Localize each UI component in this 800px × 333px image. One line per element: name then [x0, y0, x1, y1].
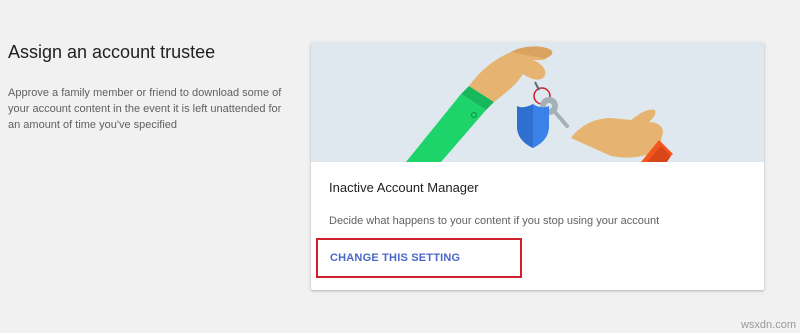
hand-with-key-icon	[406, 46, 569, 162]
section-description: Approve a family member or friend to dow…	[8, 87, 282, 131]
change-setting-label: CHANGE THIS SETTING	[330, 252, 461, 264]
section-title: Assign an account trustee	[8, 42, 216, 62]
watermark: wsxdn.com	[740, 319, 796, 331]
section-info: Assign an account trustee Approve a fami…	[8, 42, 288, 133]
shield-icon	[517, 104, 549, 148]
change-setting-button[interactable]: CHANGE THIS SETTING	[316, 238, 522, 278]
card-title: Inactive Account Manager	[329, 180, 479, 195]
receiving-hand-icon	[571, 109, 673, 162]
inactive-account-card: Inactive Account Manager Decide what hap…	[311, 42, 764, 290]
trustee-illustration	[311, 42, 764, 162]
card-description: Decide what happens to your content if y…	[329, 215, 660, 227]
